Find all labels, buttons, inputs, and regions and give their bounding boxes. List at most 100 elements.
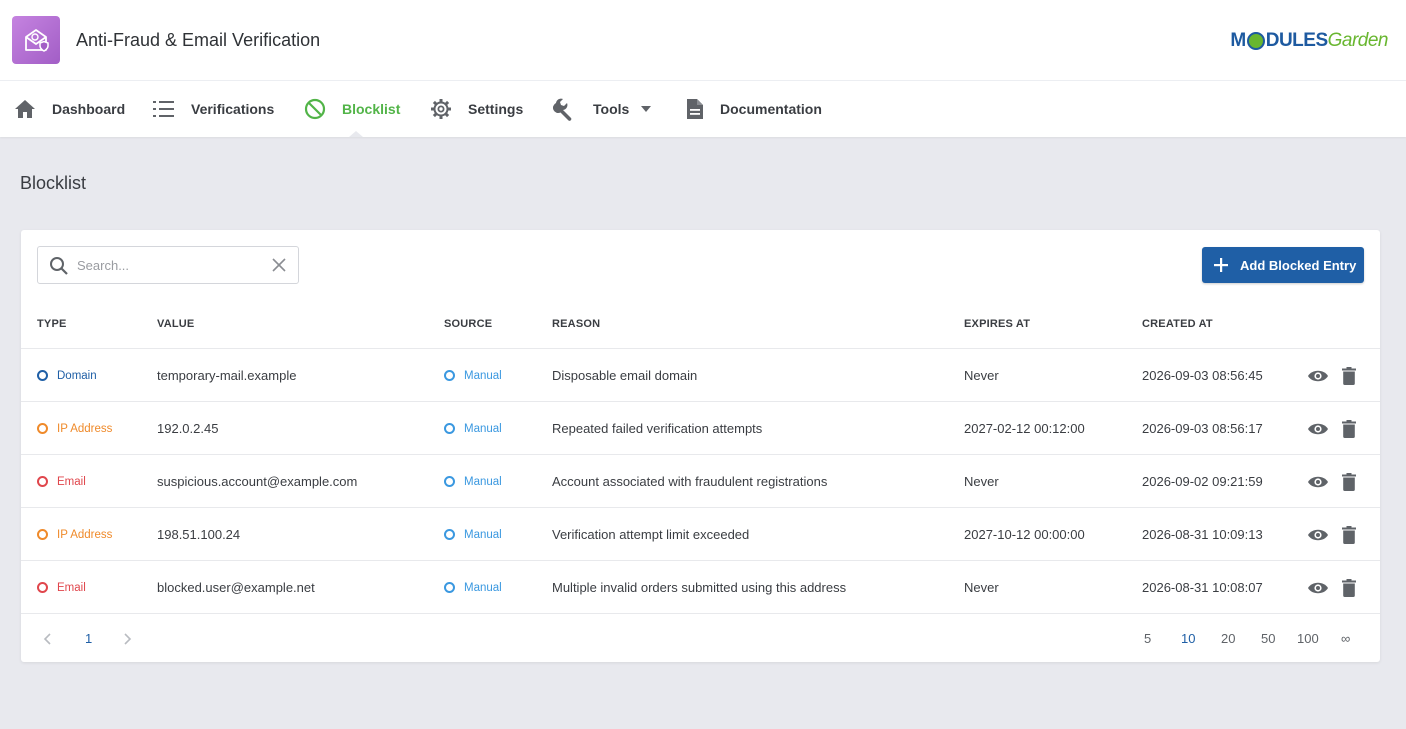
page-size-option[interactable]: 5 xyxy=(1144,614,1151,663)
type-label: Email xyxy=(57,475,86,488)
created-cell: 2026-09-03 08:56:17 xyxy=(1142,421,1263,436)
value-cell: blocked.user@example.net xyxy=(157,580,315,595)
delete-button[interactable] xyxy=(1342,561,1356,614)
type-badge: Email xyxy=(37,455,86,508)
delete-button[interactable] xyxy=(1342,349,1356,402)
brand-logo-part: M xyxy=(1230,30,1246,51)
block-icon xyxy=(304,98,326,120)
trash-icon xyxy=(1342,366,1356,385)
close-icon[interactable] xyxy=(272,258,286,272)
brand-logo: M DULES Garden xyxy=(1230,30,1388,52)
type-label: Domain xyxy=(57,369,97,382)
created-cell: 2026-08-31 10:08:07 xyxy=(1142,580,1263,595)
page-size-option[interactable]: 20 xyxy=(1221,614,1235,663)
value-cell: 198.51.100.24 xyxy=(157,527,241,542)
column-header-created[interactable]: CREATED AT xyxy=(1142,318,1213,330)
status-dot-icon xyxy=(444,582,455,593)
reason-cell: Account associated with fraudulent regis… xyxy=(552,474,828,489)
source-label: Manual xyxy=(464,475,502,488)
status-dot-icon xyxy=(444,370,455,381)
view-button[interactable] xyxy=(1307,455,1329,508)
table-row: Email suspicious.account@example.com Man… xyxy=(21,454,1380,507)
source-label: Manual xyxy=(464,369,502,382)
document-icon xyxy=(687,99,703,119)
view-button[interactable] xyxy=(1307,402,1329,455)
trash-icon xyxy=(1342,472,1356,491)
nav-item-label: Dashboard xyxy=(52,101,126,117)
blocklist-card: Add Blocked Entry TYPE VALUE SOURCE REAS… xyxy=(21,230,1380,662)
trash-icon xyxy=(1342,419,1356,438)
table-row: Domain temporary-mail.example Manual Dis… xyxy=(21,348,1380,401)
chevron-right-icon xyxy=(124,632,132,645)
search-box xyxy=(37,246,299,284)
created-cell: 2026-09-02 09:21:59 xyxy=(1142,474,1263,489)
status-dot-icon xyxy=(37,370,48,381)
delete-button[interactable] xyxy=(1342,402,1356,455)
source-label: Manual xyxy=(464,581,502,594)
column-header-type[interactable]: TYPE xyxy=(37,318,67,330)
status-dot-icon xyxy=(37,582,48,593)
status-dot-icon xyxy=(37,476,48,487)
table-footer: 1 5 10 20 50 100 ∞ xyxy=(21,613,1380,662)
eye-icon xyxy=(1308,423,1328,434)
nav-item-documentation[interactable]: Documentation xyxy=(686,81,822,137)
nav-item-settings[interactable]: Settings xyxy=(430,81,523,137)
type-label: Email xyxy=(57,581,86,594)
source-label: Manual xyxy=(464,528,502,541)
type-badge: Domain xyxy=(37,349,97,402)
page-title: Blocklist xyxy=(20,173,87,193)
type-badge: Email xyxy=(37,561,86,614)
type-badge: IP Address xyxy=(37,402,112,455)
nav-item-label: Tools xyxy=(593,101,630,117)
wrench-icon xyxy=(553,98,572,121)
page-size-option[interactable]: 100 xyxy=(1297,614,1319,663)
expires-cell: 2027-02-12 00:12:00 xyxy=(964,421,1085,436)
column-header-expires[interactable]: EXPIRES AT xyxy=(964,318,1030,330)
value-cell: temporary-mail.example xyxy=(157,368,297,383)
expires-cell: Never xyxy=(964,580,999,595)
nav-item-blocklist[interactable]: Blocklist xyxy=(304,81,400,137)
nav-item-dashboard[interactable]: Dashboard xyxy=(14,81,125,137)
type-label: IP Address xyxy=(57,422,113,435)
view-button[interactable] xyxy=(1307,349,1329,402)
page-size-option[interactable]: ∞ xyxy=(1341,614,1350,663)
delete-button[interactable] xyxy=(1342,455,1356,508)
column-header-value[interactable]: VALUE xyxy=(157,318,194,330)
search-input[interactable] xyxy=(77,255,267,275)
nav-item-label: Verifications xyxy=(191,101,275,117)
eye-icon xyxy=(1308,529,1328,540)
view-button[interactable] xyxy=(1307,561,1329,614)
reason-cell: Verification attempt limit exceeded xyxy=(552,527,750,542)
next-page-button[interactable] xyxy=(124,614,132,663)
add-blocked-entry-button[interactable]: Add Blocked Entry xyxy=(1202,247,1364,283)
page-size-option[interactable]: 50 xyxy=(1261,614,1275,663)
eye-icon xyxy=(1308,582,1328,593)
type-badge: IP Address xyxy=(37,508,112,561)
status-dot-icon xyxy=(444,529,455,540)
page-size-option[interactable]: 10 xyxy=(1181,614,1195,663)
plus-icon xyxy=(1214,258,1228,272)
column-header-source[interactable]: SOURCE xyxy=(444,318,492,330)
column-header-reason[interactable]: REASON xyxy=(552,318,600,330)
nav-item-verifications[interactable]: Verifications xyxy=(153,81,274,137)
reason-cell: Multiple invalid orders submitted using … xyxy=(552,580,847,595)
list-icon xyxy=(153,101,174,117)
eye-icon xyxy=(1308,476,1328,487)
reason-cell: Disposable email domain xyxy=(552,368,698,383)
source-badge: Manual xyxy=(444,561,502,614)
prev-page-button[interactable] xyxy=(43,614,51,663)
nav-item-tools[interactable]: Tools xyxy=(553,81,652,137)
trash-icon xyxy=(1342,525,1356,544)
expires-cell: Never xyxy=(964,474,999,489)
chevron-down-icon xyxy=(641,106,652,112)
add-button-label: Add Blocked Entry xyxy=(1240,257,1357,273)
status-dot-icon xyxy=(37,529,48,540)
app-title: Anti-Fraud & Email Verification xyxy=(76,30,321,50)
active-tab-pointer xyxy=(349,131,363,137)
eye-icon xyxy=(1308,370,1328,381)
created-cell: 2026-09-03 08:56:45 xyxy=(1142,368,1263,383)
page-number[interactable]: 1 xyxy=(85,614,92,663)
status-dot-icon xyxy=(444,476,455,487)
view-button[interactable] xyxy=(1307,508,1329,561)
delete-button[interactable] xyxy=(1342,508,1356,561)
